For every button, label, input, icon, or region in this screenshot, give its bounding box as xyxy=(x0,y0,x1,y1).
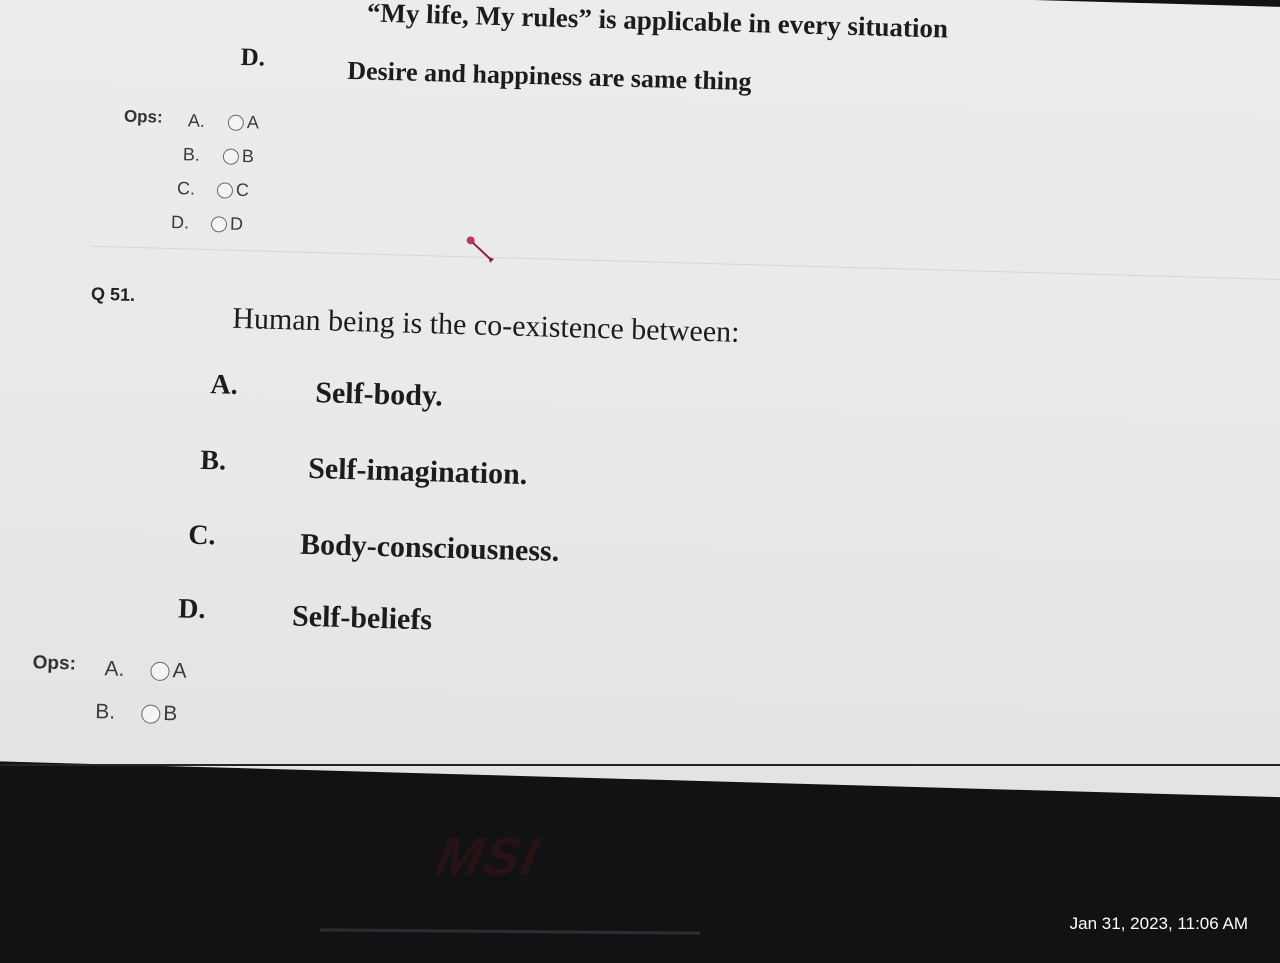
prev-ops-label: Ops: xyxy=(123,106,163,127)
prev-option-d-text: Desire and happiness are same thing xyxy=(346,55,752,97)
option-b-letter: B. xyxy=(199,444,227,477)
prev-choice-letter: B. xyxy=(182,144,201,165)
prev-choice-letter: D. xyxy=(170,211,190,233)
prev-option-c-text: “My life, My rules” is applicable in eve… xyxy=(366,0,949,44)
radio-button-icon[interactable] xyxy=(222,148,240,166)
prev-choice-value: A xyxy=(246,112,260,133)
prev-choice-c[interactable]: C. C xyxy=(177,178,250,201)
prev-choice-value: C xyxy=(235,179,250,201)
question-text: Human being is the co-existence between: xyxy=(231,301,740,349)
choice-value: B xyxy=(162,701,178,726)
question-number: Q 51. xyxy=(90,283,136,306)
photo-frame: “My life, My rules” is applicable in eve… xyxy=(0,0,1280,963)
photo-timestamp: Jan 31, 2023, 11:06 AM xyxy=(1069,914,1248,933)
choice-value: A xyxy=(172,659,187,683)
radio-button-icon[interactable] xyxy=(150,661,170,682)
option-a-text: Self-body. xyxy=(314,376,444,413)
choice-letter: B. xyxy=(95,700,116,724)
prev-choice-b[interactable]: B. B xyxy=(183,144,255,167)
laptop-display: “My life, My rules” is applicable in eve… xyxy=(0,0,1280,799)
choice-a[interactable]: A. A xyxy=(104,657,187,683)
prev-choice-letter: A. xyxy=(187,110,206,131)
mouse-pointer-icon xyxy=(466,236,495,263)
radio-button-icon[interactable] xyxy=(141,704,161,724)
option-c-letter: C. xyxy=(187,519,216,552)
choice-letter: A. xyxy=(104,657,125,681)
ops-label: Ops: xyxy=(32,652,77,675)
brand-logo: MSI xyxy=(430,827,546,887)
radio-button-icon[interactable] xyxy=(210,216,228,233)
option-d-letter: D. xyxy=(177,593,206,626)
radio-button-icon[interactable] xyxy=(227,114,245,132)
prev-choice-d[interactable]: D. D xyxy=(171,212,244,235)
radio-button-icon[interactable] xyxy=(216,182,234,199)
option-d-text: Self-beliefs xyxy=(291,599,433,637)
question-divider xyxy=(90,245,1280,282)
bezel-hinge xyxy=(319,928,701,935)
prev-choice-letter: C. xyxy=(176,178,196,199)
option-a-letter: A. xyxy=(210,369,239,401)
bezel-edge xyxy=(0,764,1280,766)
prev-choice-a[interactable]: A. A xyxy=(188,110,260,133)
option-c-text: Body-consciousness. xyxy=(299,527,560,568)
prev-choice-value: D xyxy=(229,213,244,234)
option-b-text: Self-imagination. xyxy=(307,451,528,492)
choice-b[interactable]: B. B xyxy=(95,700,178,726)
prev-choice-value: B xyxy=(241,145,255,167)
prev-option-d-letter: D. xyxy=(240,43,266,72)
